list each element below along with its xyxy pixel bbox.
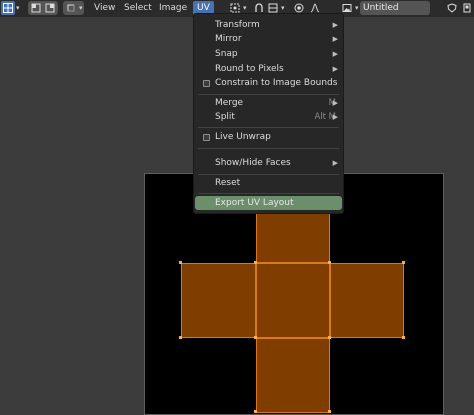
uv-vertex[interactable] — [179, 261, 182, 264]
fake-user-button[interactable] — [445, 1, 459, 15]
menu-item-snap[interactable]: Snap ▶ — [194, 47, 343, 61]
new-image-icon — [460, 1, 474, 15]
uv-face[interactable] — [330, 263, 404, 338]
uv-face[interactable] — [181, 263, 256, 338]
select-mode-icon[interactable] — [29, 1, 43, 15]
select-extend-icon[interactable] — [43, 1, 57, 15]
menu-item-reset[interactable]: Reset — [194, 176, 343, 190]
menu-item-merge[interactable]: Merge M ▶ — [194, 96, 343, 110]
uv-vertex[interactable] — [254, 410, 257, 413]
submenu-arrow-icon: ▶ — [332, 159, 338, 167]
menu-item-round-to-pixels[interactable]: Round to Pixels ▶ — [194, 62, 343, 76]
editor-type-selector[interactable]: ▾ — [1, 1, 20, 15]
menu-item-label: Export UV Layout — [215, 198, 294, 208]
chevron-down-icon: ▾ — [79, 4, 83, 12]
menu-item-label: Round to Pixels — [215, 64, 284, 74]
select-mode-group[interactable] — [28, 1, 58, 15]
menu-item-split[interactable]: Split Alt M ▶ — [194, 110, 343, 124]
menu-view[interactable]: View — [94, 1, 115, 15]
menu-item-live-unwrap[interactable]: Live Unwrap — [194, 130, 343, 144]
uv-vertex[interactable] — [179, 336, 182, 339]
menu-item-label: Merge — [215, 98, 244, 108]
chevron-down-icon: ▾ — [281, 4, 285, 12]
submenu-arrow-icon: ▶ — [332, 21, 338, 29]
menu-item-label: Snap — [215, 49, 238, 59]
submenu-arrow-icon: ▶ — [332, 50, 338, 58]
new-image-button[interactable] — [460, 1, 474, 15]
menu-select[interactable]: Select — [124, 1, 152, 15]
menu-separator — [198, 94, 339, 95]
uv-vertex[interactable] — [254, 261, 257, 264]
uv-vertex[interactable] — [254, 336, 257, 339]
menu-item-show-hide-faces[interactable]: Show/Hide Faces ▶ — [194, 156, 343, 170]
menu-separator — [198, 148, 339, 149]
menu-item-constrain-to-image-bounds[interactable]: Constrain to Image Bounds — [194, 76, 343, 90]
menu-item-label: Split — [215, 112, 235, 122]
uv-vertex[interactable] — [328, 336, 331, 339]
uv-vertex[interactable] — [328, 410, 331, 413]
submenu-arrow-icon: ▶ — [332, 35, 338, 43]
uv-editor-icon — [1, 1, 15, 15]
chevron-down-icon: ▾ — [355, 4, 359, 12]
image-name-field[interactable]: Untitled — [360, 1, 430, 15]
menu-item-label: Reset — [215, 178, 241, 188]
menu-image[interactable]: Image — [159, 1, 187, 15]
menu-item-label: Transform — [215, 20, 260, 30]
chevron-down-icon: ▾ — [243, 4, 247, 12]
menu-item-label: Mirror — [215, 34, 242, 44]
menu-separator — [198, 193, 339, 194]
submenu-arrow-icon: ▶ — [332, 99, 338, 107]
submenu-arrow-icon: ▶ — [332, 113, 338, 121]
shield-icon — [445, 1, 459, 15]
menu-separator — [198, 174, 339, 175]
submenu-arrow-icon: ▶ — [332, 65, 338, 73]
menu-item-label: Live Unwrap — [215, 132, 271, 142]
chevron-down-icon: ▾ — [16, 4, 20, 12]
menu-separator — [198, 127, 339, 128]
checkbox-icon[interactable] — [203, 134, 210, 141]
menu-item-label: Show/Hide Faces — [215, 158, 291, 168]
uv-face[interactable] — [256, 263, 330, 338]
uv-sync-selector[interactable]: ▾ — [63, 1, 84, 15]
menu-item-mirror[interactable]: Mirror ▶ — [194, 32, 343, 46]
checkbox-icon[interactable] — [203, 80, 210, 87]
menu-item-export-uv-layout[interactable]: Export UV Layout — [195, 196, 342, 210]
uv-vertex[interactable] — [402, 261, 405, 264]
menu-item-transform[interactable]: Transform ▶ — [194, 18, 343, 32]
uv-face[interactable] — [256, 338, 330, 413]
uv-menu-dropdown: Transform ▶ Mirror ▶ Snap ▶ Round to Pix… — [193, 13, 344, 214]
uv-vertex[interactable] — [328, 261, 331, 264]
uv-sync-icon — [64, 1, 78, 15]
menu-item-label: Constrain to Image Bounds — [215, 78, 338, 88]
uv-vertex[interactable] — [402, 336, 405, 339]
